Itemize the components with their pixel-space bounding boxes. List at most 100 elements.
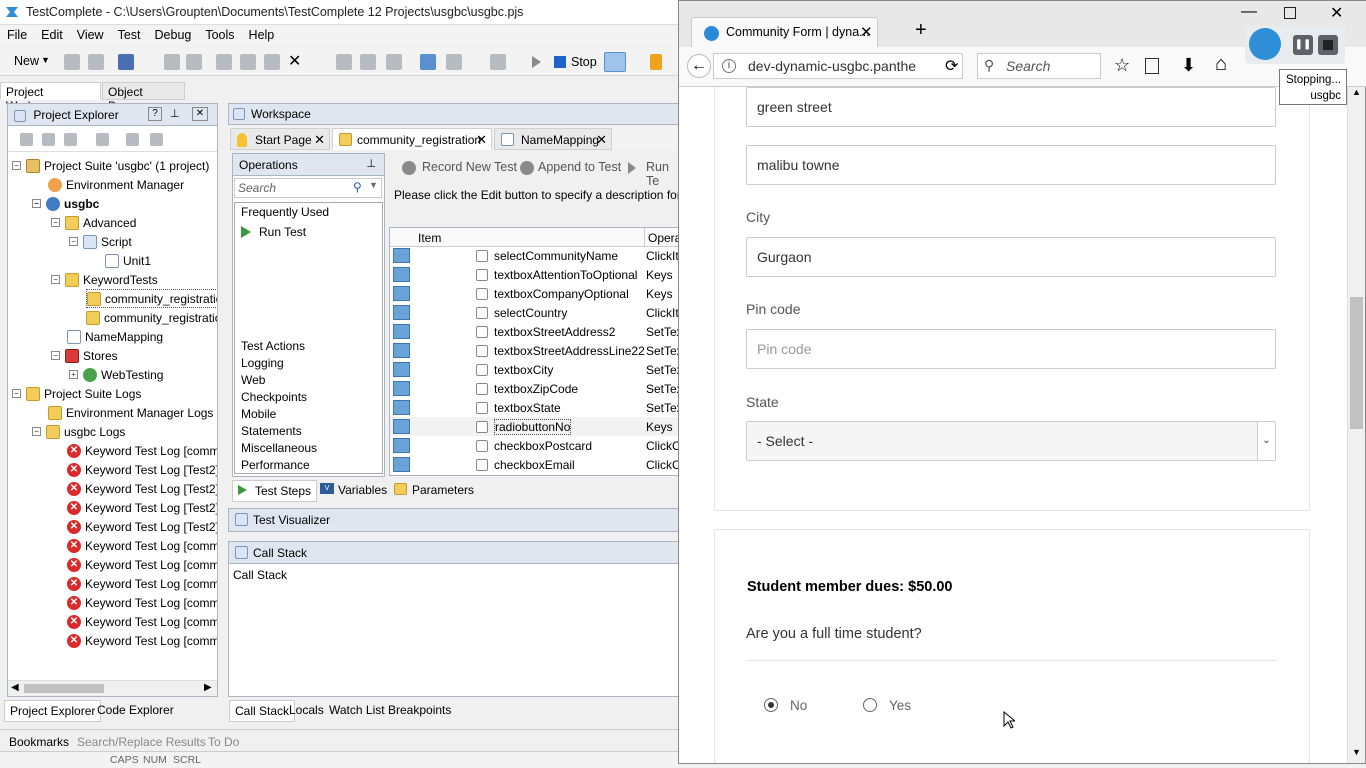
- reload-icon[interactable]: ⟳: [945, 56, 958, 76]
- row-selector[interactable]: [393, 248, 410, 263]
- back-icon[interactable]: ←: [687, 54, 711, 78]
- open-icon[interactable]: [64, 54, 80, 70]
- operations-search[interactable]: Search ⚲ ▼: [234, 178, 382, 198]
- maximize-icon[interactable]: [1284, 7, 1296, 19]
- explorer-tool-icon[interactable]: [126, 133, 139, 146]
- tree-item-community-registration[interactable]: community_registration: [86, 308, 217, 327]
- street-address-line2-field[interactable]: malibu towne: [746, 145, 1276, 185]
- tree-item-project-suite-logs[interactable]: − Project Suite Logs: [12, 384, 141, 403]
- close-project-icon[interactable]: [88, 54, 104, 70]
- row-selector[interactable]: [393, 419, 410, 434]
- chevron-down-icon[interactable]: ⌄: [1257, 422, 1275, 460]
- radio-yes-label[interactable]: Yes: [889, 698, 911, 713]
- menu-file[interactable]: File: [0, 25, 34, 42]
- tree-item-log[interactable]: ✕ Keyword Test Log [Test2] 0: [67, 517, 217, 536]
- category-statements[interactable]: Statements: [241, 424, 302, 438]
- new-dropdown-icon[interactable]: ▼: [41, 55, 50, 65]
- row-selector[interactable]: [393, 286, 410, 301]
- tab-project-workspace[interactable]: Project Workspace: [0, 82, 101, 113]
- grid-row-textboxattentiontooptional[interactable]: textboxAttentionToOptional Keys: [390, 265, 680, 284]
- scroll-up-icon[interactable]: ▲: [1352, 87, 1361, 97]
- new-button[interactable]: New: [14, 54, 39, 68]
- tab-community-registration[interactable]: community_registration ✕: [332, 128, 492, 150]
- tab-start-page[interactable]: Start Page ✕: [230, 128, 330, 150]
- bookmark-star-icon[interactable]: ☆: [1114, 55, 1130, 76]
- pin-code-field[interactable]: Pin code: [746, 329, 1276, 369]
- tree-item-project-suite[interactable]: − Project Suite 'usgbc' (1 project): [12, 156, 209, 175]
- cut-icon[interactable]: [216, 54, 232, 70]
- tree-item-env-manager-logs[interactable]: Environment Manager Logs: [48, 403, 213, 422]
- grid-row-textboxstate[interactable]: textboxState SetTex: [390, 398, 683, 417]
- pin-icon[interactable]: ⊥: [366, 157, 376, 170]
- collapse-icon[interactable]: −: [12, 389, 21, 398]
- close-tab-icon[interactable]: ✕: [860, 23, 873, 41]
- tab-search-replace[interactable]: Search/Replace Results: [72, 732, 211, 752]
- tab-todo[interactable]: To Do: [203, 732, 244, 752]
- tree-item-keywordtests[interactable]: − KeywordTests: [51, 270, 158, 289]
- append-to-test-button[interactable]: Append to Test: [538, 160, 621, 174]
- tree-item-webtesting[interactable]: + WebTesting: [69, 365, 163, 384]
- runner-mode-icon[interactable]: [604, 52, 626, 72]
- scroll-thumb[interactable]: [24, 684, 104, 693]
- grid-row-radiobuttonno-selected[interactable]: radiobuttonNo Keys: [390, 417, 680, 436]
- radio-yes[interactable]: [863, 698, 877, 712]
- menu-test[interactable]: Test: [111, 25, 148, 42]
- tree-item-log[interactable]: ✕ Keyword Test Log [commun: [67, 612, 217, 631]
- tree-item-log[interactable]: ✕ Keyword Test Log [commun: [67, 555, 217, 574]
- tab-breakpoints[interactable]: Breakpoints: [383, 700, 456, 720]
- grid-row-textboxcity[interactable]: textboxCity SetTex: [390, 360, 683, 379]
- url-bar[interactable]: i dev-dynamic-usgbc.panthe: [713, 53, 963, 79]
- minimize-icon[interactable]: —: [1241, 3, 1257, 21]
- record-icon[interactable]: [336, 54, 352, 70]
- stop-icon[interactable]: [1318, 35, 1338, 55]
- grid-row-checkboxpostcard[interactable]: checkboxPostcard ClickCh: [390, 436, 687, 455]
- browser-search[interactable]: ⚲ Search: [977, 53, 1101, 79]
- download-icon[interactable]: ⬇: [1181, 55, 1196, 76]
- tab-object-browser[interactable]: Object Browser: [102, 82, 185, 113]
- collapse-icon[interactable]: −: [51, 275, 60, 284]
- menu-help[interactable]: Help: [242, 25, 282, 42]
- tree-item-namemapping[interactable]: NameMapping: [67, 327, 163, 346]
- search-input[interactable]: Search: [238, 181, 276, 195]
- explorer-tool-icon[interactable]: [96, 133, 109, 146]
- stop-icon[interactable]: [554, 56, 566, 68]
- pause-icon[interactable]: [650, 54, 662, 70]
- explorer-tool-icon[interactable]: [20, 133, 33, 146]
- tree-item-log[interactable]: ✕ Keyword Test Log [commun: [67, 631, 217, 650]
- category-logging[interactable]: Logging: [241, 356, 284, 370]
- menu-edit[interactable]: Edit: [34, 25, 70, 42]
- window-icon[interactable]: [420, 54, 436, 70]
- grid-row-selectcountry[interactable]: selectCountry ClickIte: [390, 303, 685, 322]
- grid-row-textboxcompanyoptional[interactable]: textboxCompanyOptional Keys: [390, 284, 680, 303]
- street-address-field[interactable]: green street: [746, 87, 1276, 127]
- horizontal-scrollbar[interactable]: ◀ ▶: [8, 680, 217, 696]
- tree-item-advanced[interactable]: − Advanced: [51, 213, 136, 232]
- explorer-tool-icon[interactable]: [150, 133, 163, 146]
- scroll-right-icon[interactable]: ▶: [204, 682, 212, 693]
- col-operation[interactable]: Opera: [644, 228, 681, 247]
- tree-item-usgbc-logs[interactable]: − usgbc Logs: [32, 422, 125, 441]
- row-selector[interactable]: [393, 400, 410, 415]
- redo-icon[interactable]: [186, 54, 202, 70]
- tab-locals[interactable]: Locals: [284, 700, 329, 720]
- scroll-thumb[interactable]: [1350, 297, 1363, 429]
- tab-namemapping[interactable]: NameMapping ✕: [494, 128, 612, 150]
- pin-icon[interactable]: ⊥: [170, 107, 180, 120]
- row-selector[interactable]: [393, 381, 410, 396]
- search-icon[interactable]: ⚲: [353, 180, 362, 194]
- category-checkpoints[interactable]: Checkpoints: [241, 390, 307, 404]
- category-test-actions[interactable]: Test Actions: [241, 339, 305, 353]
- row-selector[interactable]: [393, 267, 410, 282]
- collapse-icon[interactable]: −: [12, 161, 21, 170]
- tree-item-log[interactable]: ✕ Keyword Test Log [Test2] 0: [67, 460, 217, 479]
- tree-item-community-registration-selected[interactable]: community_registration: [86, 289, 217, 308]
- browser-vertical-scrollbar[interactable]: ▲ ▼: [1347, 87, 1365, 763]
- category-performance[interactable]: Performance: [241, 458, 310, 472]
- grid-row-checkboxemail[interactable]: checkboxEmail ClickCh: [390, 455, 687, 474]
- collapse-icon[interactable]: −: [32, 199, 41, 208]
- scroll-down-icon[interactable]: ▼: [1352, 747, 1361, 757]
- run-test-button[interactable]: Run Te: [646, 160, 680, 188]
- tree-item-usgbc[interactable]: − usgbc: [32, 194, 99, 213]
- tab-watch-list[interactable]: Watch List: [324, 700, 390, 720]
- stop-button[interactable]: Stop: [571, 55, 597, 69]
